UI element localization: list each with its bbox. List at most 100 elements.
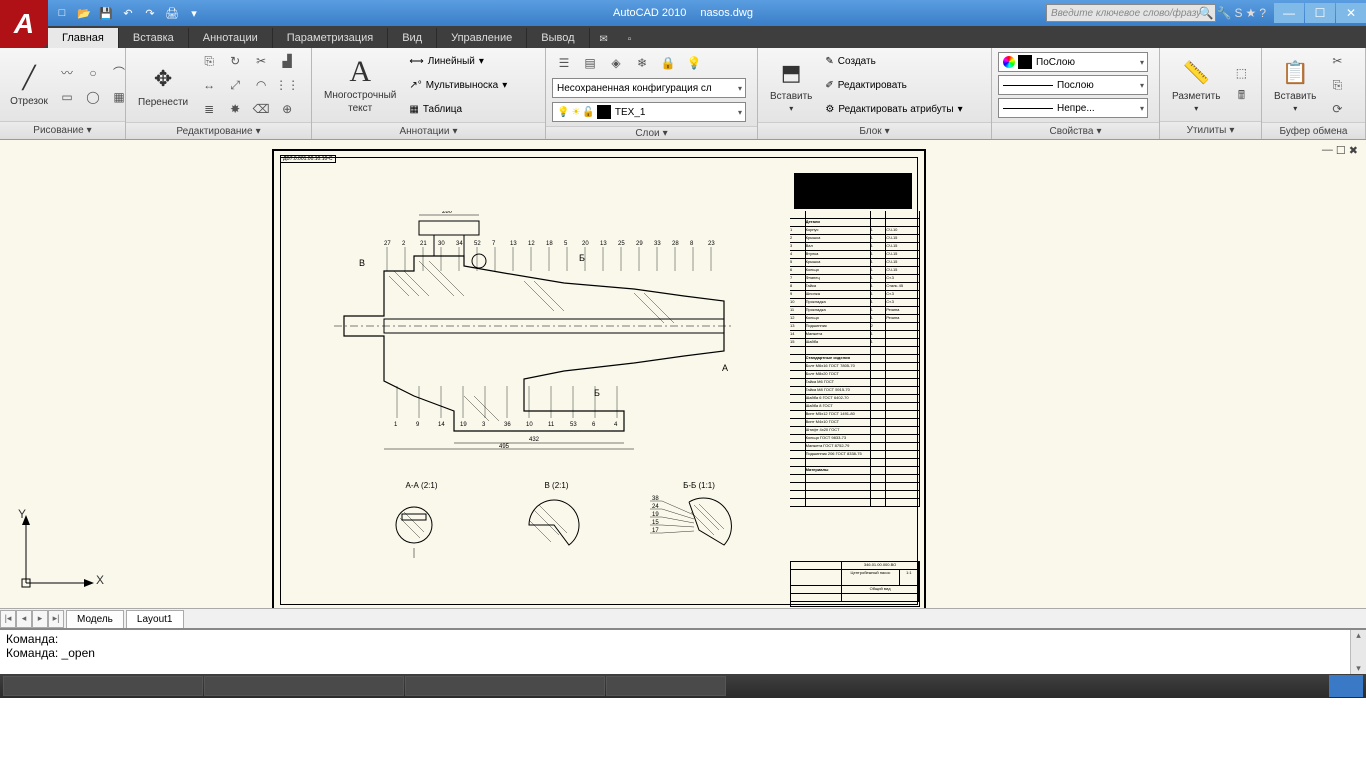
table-button[interactable]: ▦Таблица <box>405 98 511 120</box>
move-button[interactable]: ✥ Перенести <box>132 61 194 110</box>
stretch-icon[interactable]: ↔ <box>197 74 221 96</box>
qat-print-icon[interactable]: 🖨 <box>162 3 182 23</box>
layer-state-icon[interactable]: ▤ <box>578 52 602 74</box>
layer-iso-icon[interactable]: ◈ <box>604 52 628 74</box>
layerstate-combo[interactable]: Несохраненная конфигурация сл <box>552 78 746 98</box>
scale-icon[interactable]: ⤢ <box>223 74 247 96</box>
svg-text:10: 10 <box>526 422 533 428</box>
doc-close-icon[interactable]: ✖ <box>1349 144 1358 157</box>
tab-output[interactable]: Вывод <box>527 28 589 48</box>
minimize-button[interactable]: — <box>1274 3 1304 23</box>
rect-icon[interactable]: ▭ <box>55 86 79 108</box>
tab-insert[interactable]: Вставка <box>119 28 189 48</box>
window-controls: — ☐ ✕ <box>1273 3 1366 23</box>
tab-annotate[interactable]: Аннотации <box>189 28 273 48</box>
qat-redo-icon[interactable]: ↷ <box>140 3 160 23</box>
tab-view[interactable]: Вид <box>388 28 437 48</box>
drawing-canvas[interactable]: — ☐ ✖ Y X ДВ7.0.001.00.10.10-С <box>0 140 1366 608</box>
edit-block-button[interactable]: ✐Редактировать <box>821 74 966 96</box>
help-icon[interactable]: ? <box>1259 6 1266 20</box>
erase-icon[interactable]: ⌫ <box>249 98 273 120</box>
binoculars-icon[interactable]: 🔍 <box>1199 6 1214 20</box>
status-tray[interactable] <box>1329 675 1363 697</box>
tab-min-icon[interactable]: ▫ <box>618 30 642 48</box>
measure-button[interactable]: 📏 Разметить▾ <box>1166 55 1226 115</box>
offset-icon[interactable]: ≣ <box>197 98 221 120</box>
array-icon[interactable]: ⋮⋮ <box>275 74 299 96</box>
line-button[interactable]: ╱ Отрезок <box>6 60 52 109</box>
layout-prev-icon[interactable]: ◂ <box>16 610 32 628</box>
selectall-icon[interactable]: ⬚ <box>1229 62 1253 84</box>
mtext-button[interactable]: A Многострочный текст <box>318 54 402 116</box>
insert-block-button[interactable]: ⬒ Вставить▾ <box>764 55 818 115</box>
qat-save-icon[interactable]: 💾 <box>96 3 116 23</box>
status-coords[interactable] <box>3 676 203 696</box>
layer-off-icon[interactable]: 💡 <box>682 52 706 74</box>
layer-lock-icon[interactable]: 🔒 <box>656 52 680 74</box>
trim-icon[interactable]: ✂ <box>249 50 273 72</box>
layout-next-icon[interactable]: ▸ <box>32 610 48 628</box>
tab-manage[interactable]: Управление <box>437 28 527 48</box>
match-icon[interactable]: ⟳ <box>1325 98 1349 120</box>
close-button[interactable]: ✕ <box>1336 3 1366 23</box>
rotate-icon[interactable]: ↻ <box>223 50 247 72</box>
svg-text:В: В <box>359 258 365 268</box>
doc-min-icon[interactable]: — <box>1322 144 1333 157</box>
tab-home[interactable]: Главная <box>48 28 119 48</box>
qat-more-icon[interactable]: ▾ <box>184 3 204 23</box>
main-assembly-view: 2722130345271312185201325293328823 19141… <box>324 211 744 451</box>
create-block-button[interactable]: ✎Создать <box>821 50 966 72</box>
layout-first-icon[interactable]: |◂ <box>0 610 16 628</box>
panel-draw-title[interactable]: Рисование ▾ <box>0 121 125 139</box>
circle-icon[interactable]: ○ <box>81 62 105 84</box>
ellipse-icon[interactable]: ◯ <box>81 86 105 108</box>
quickcalc-icon[interactable]: 🖩 <box>1229 86 1253 108</box>
status-toggles-left[interactable] <box>204 676 404 696</box>
panel-layers-title[interactable]: Слои ▾ <box>546 126 757 139</box>
panel-annot-title[interactable]: Аннотации ▾ <box>312 122 545 139</box>
favorites-icon[interactable]: ★ <box>1246 6 1257 20</box>
paste-button[interactable]: 📋 Вставить▾ <box>1268 55 1322 115</box>
polyline-icon[interactable]: 〰 <box>55 62 79 84</box>
panel-utils-title[interactable]: Утилиты ▾ <box>1160 121 1261 139</box>
panel-block-title[interactable]: Блок ▾ <box>758 122 991 139</box>
command-window[interactable]: Команда: Команда: _open ▴▾ <box>0 628 1366 674</box>
mirror-icon[interactable]: ▟ <box>275 50 299 72</box>
panel-modify-title[interactable]: Редактирование ▾ <box>126 122 311 139</box>
layout-last-icon[interactable]: ▸| <box>48 610 64 628</box>
color-combo[interactable]: ПоСлою <box>998 52 1148 72</box>
linetype-combo[interactable]: Непре... <box>998 98 1148 118</box>
maximize-button[interactable]: ☐ <box>1305 3 1335 23</box>
subscription-icon[interactable]: S <box>1235 6 1243 20</box>
copy-clip-icon[interactable]: ⎘ <box>1325 74 1349 96</box>
fillet-icon[interactable]: ◠ <box>249 74 273 96</box>
app-menu-button[interactable]: A <box>0 0 48 48</box>
key-icon[interactable]: 🔧 <box>1217 6 1232 20</box>
qat-open-icon[interactable]: 📂 <box>74 3 94 23</box>
lineweight-combo[interactable]: Послою <box>998 75 1148 95</box>
layer-freeze-icon[interactable]: ❄ <box>630 52 654 74</box>
join-icon[interactable]: ⊕ <box>275 98 299 120</box>
mleader-button[interactable]: ↗°Мультивыноска ▾ <box>405 74 511 96</box>
dimlinear-button[interactable]: ⟷Линейный ▾ <box>405 50 511 72</box>
copy-icon[interactable]: ⎘ <box>197 50 221 72</box>
edit-attr-button[interactable]: ⚙Редактировать атрибуты ▾ <box>821 98 966 120</box>
qat-undo-icon[interactable]: ↶ <box>118 3 138 23</box>
tab-extra-icon[interactable]: ✉ <box>592 30 616 48</box>
cut-icon[interactable]: ✂ <box>1325 50 1349 72</box>
search-input[interactable]: Введите ключевое слово/фразу <box>1046 4 1216 22</box>
tab-model[interactable]: Модель <box>66 610 124 628</box>
qat-new-icon[interactable]: □ <box>52 3 72 23</box>
status-toggles-mid[interactable] <box>405 676 605 696</box>
tab-layout1[interactable]: Layout1 <box>126 610 184 628</box>
status-toggles-right[interactable] <box>606 676 726 696</box>
svg-text:14: 14 <box>438 422 445 428</box>
panel-clip-title[interactable]: Буфер обмена <box>1262 122 1365 139</box>
doc-max-icon[interactable]: ☐ <box>1336 144 1346 157</box>
command-scrollbar[interactable]: ▴▾ <box>1350 630 1366 674</box>
layer-combo[interactable]: 💡 ☀ 🔓 TEX_1 <box>552 102 746 122</box>
layer-prop-icon[interactable]: ☰ <box>552 52 576 74</box>
explode-icon[interactable]: ✸ <box>223 98 247 120</box>
tab-parametric[interactable]: Параметризация <box>273 28 388 48</box>
panel-props-title[interactable]: Свойства ▾ <box>992 122 1159 139</box>
